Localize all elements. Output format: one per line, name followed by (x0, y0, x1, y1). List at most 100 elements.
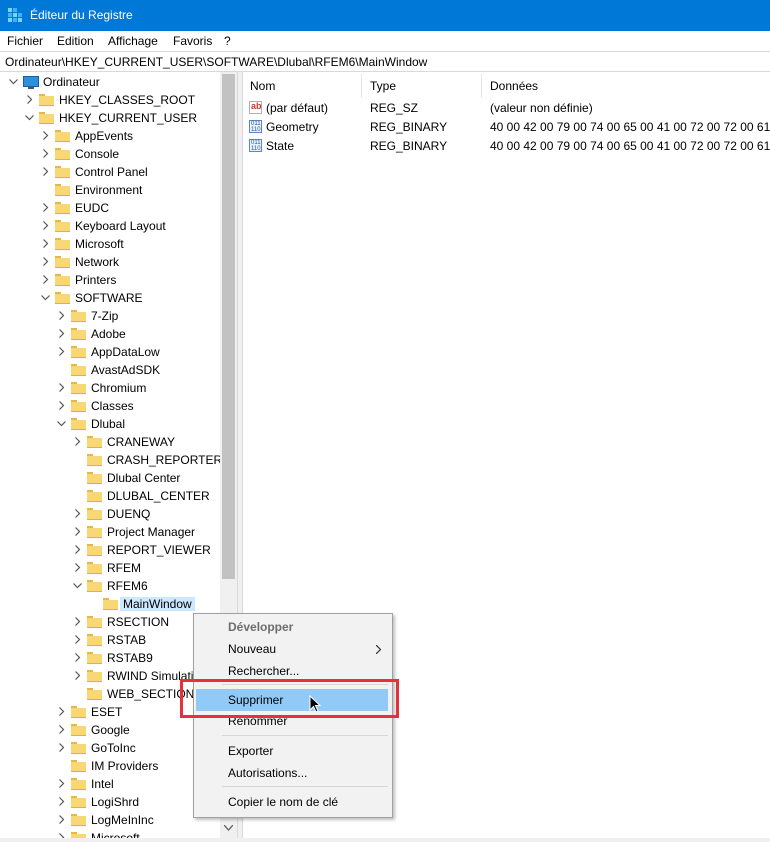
chevron-right-icon[interactable] (57, 347, 66, 356)
menu-affichage[interactable]: Affichage (108, 34, 158, 48)
scroll-down-icon[interactable] (224, 825, 233, 831)
chevron-right-icon[interactable] (57, 743, 66, 752)
chevron-right-icon[interactable] (41, 167, 50, 176)
chevron-right-icon[interactable] (57, 383, 66, 392)
tree-item[interactable]: 7-Zip (0, 307, 220, 325)
tree-item[interactable]: MainWindow (0, 595, 220, 613)
chevron-right-icon[interactable] (41, 257, 50, 266)
chevron-right-icon[interactable] (57, 329, 66, 338)
chevron-right-icon[interactable] (41, 275, 50, 284)
tree-item[interactable]: AppDataLow (0, 343, 220, 361)
tree-item-label: CRANEWAY (107, 435, 176, 449)
tree-item[interactable]: Google (0, 721, 220, 739)
tree-item[interactable]: Console (0, 145, 220, 163)
folder-icon (87, 616, 102, 628)
menu-item-exporter[interactable]: Exporter (228, 744, 273, 758)
tree-scrollbar-thumb[interactable] (222, 74, 235, 579)
chevron-right-icon[interactable] (73, 563, 82, 572)
chevron-right-icon[interactable] (25, 95, 34, 104)
tree-item[interactable]: LogMeInInc (0, 811, 220, 829)
chevron-right-icon[interactable] (73, 617, 82, 626)
chevron-right-icon[interactable] (41, 221, 50, 230)
chevron-down-icon[interactable] (9, 77, 18, 86)
tree-item[interactable]: RSTAB (0, 631, 220, 649)
chevron-right-icon[interactable] (41, 239, 50, 248)
tree-item[interactable]: Adobe (0, 325, 220, 343)
tree-item[interactable]: Dlubal Center (0, 469, 220, 487)
tree-item[interactable]: Microsoft (0, 235, 220, 253)
tree-item[interactable]: Control Panel (0, 163, 220, 181)
tree-item[interactable]: RFEM (0, 559, 220, 577)
tree-item[interactable]: LogiShrd (0, 793, 220, 811)
column-separator[interactable] (481, 74, 482, 98)
tree-item[interactable]: Printers (0, 271, 220, 289)
tree-item[interactable]: GoToInc (0, 739, 220, 757)
tree-item[interactable]: Classes (0, 397, 220, 415)
tree-item[interactable]: Keyboard Layout (0, 217, 220, 235)
tree-item[interactable]: HKEY_CLASSES_ROOT (0, 91, 220, 109)
tree-item[interactable]: Chromium (0, 379, 220, 397)
chevron-right-icon[interactable] (57, 779, 66, 788)
tree-item[interactable]: Network (0, 253, 220, 271)
tree-item[interactable]: Dlubal (0, 415, 220, 433)
chevron-right-icon[interactable] (73, 671, 82, 680)
value-row[interactable]: ab (par défaut) REG_SZ (valeur non défin… (243, 98, 770, 117)
menu-edition[interactable]: Edition (57, 34, 94, 48)
chevron-down-icon[interactable] (25, 113, 34, 122)
tree-item[interactable]: SOFTWARE (0, 289, 220, 307)
chevron-down-icon[interactable] (41, 293, 50, 302)
tree-item[interactable]: RSTAB9 (0, 649, 220, 667)
tree-item[interactable]: DUENQ (0, 505, 220, 523)
tree-item[interactable]: RSECTION (0, 613, 220, 631)
column-header-type[interactable]: Type (370, 79, 396, 93)
chevron-down-icon[interactable] (57, 419, 66, 428)
tree-item[interactable]: CRASH_REPORTER (0, 451, 222, 469)
chevron-right-icon[interactable] (57, 401, 66, 410)
menu-item-copier-nom-cle[interactable]: Copier le nom de clé (228, 795, 338, 809)
chevron-right-icon[interactable] (57, 707, 66, 716)
value-row[interactable]: 011 110 State REG_BINARY 40 00 42 00 79 0… (243, 136, 770, 155)
folder-icon (55, 184, 70, 196)
chevron-right-icon[interactable] (57, 311, 66, 320)
value-name: (par défaut) (266, 101, 329, 115)
chevron-right-icon[interactable] (41, 149, 50, 158)
chevron-right-icon[interactable] (73, 527, 82, 536)
chevron-right-icon[interactable] (73, 545, 82, 554)
tree-item[interactable]: HKEY_CURRENT_USER (0, 109, 220, 127)
chevron-right-icon[interactable] (41, 203, 50, 212)
chevron-down-icon[interactable] (73, 581, 82, 590)
menu-favoris[interactable]: Favoris (173, 34, 212, 48)
tree-item[interactable]: Environment (0, 181, 220, 199)
chevron-right-icon[interactable] (57, 815, 66, 824)
menu-item-developper[interactable]: Développer (228, 620, 293, 634)
menu-item-autorisations[interactable]: Autorisations... (228, 766, 307, 780)
tree-item[interactable]: Ordinateur (0, 73, 220, 91)
chevron-right-icon[interactable] (73, 437, 82, 446)
menu-fichier[interactable]: Fichier (7, 34, 43, 48)
tree-item[interactable]: CRANEWAY (0, 433, 220, 451)
tree-item[interactable]: AppEvents (0, 127, 220, 145)
tree-item[interactable]: EUDC (0, 199, 220, 217)
tree-item[interactable]: Intel (0, 775, 220, 793)
menu-item-nouveau[interactable]: Nouveau (228, 642, 276, 656)
column-header-name[interactable]: Nom (250, 79, 275, 93)
menu-item-rechercher[interactable]: Rechercher... (228, 664, 299, 678)
chevron-right-icon[interactable] (73, 653, 82, 662)
chevron-right-icon[interactable] (57, 725, 66, 734)
column-header-data[interactable]: Données (490, 79, 538, 93)
chevron-right-icon[interactable] (73, 635, 82, 644)
tree-item[interactable]: RFEM6 (0, 577, 220, 595)
chevron-right-icon[interactable] (41, 131, 50, 140)
column-separator[interactable] (361, 74, 362, 98)
tree-item[interactable]: DLUBAL_CENTER (0, 487, 220, 505)
tree-item[interactable]: Project Manager (0, 523, 220, 541)
tree-item[interactable]: IM Providers (0, 757, 220, 775)
value-row[interactable]: 011 110 Geometry REG_BINARY 40 00 42 00 7… (243, 117, 770, 136)
tree-item[interactable]: AvastAdSDK (0, 361, 220, 379)
chevron-right-icon[interactable] (73, 509, 82, 518)
tree-item[interactable]: REPORT_VIEWER (0, 541, 220, 559)
chevron-right-icon[interactable] (57, 797, 66, 806)
address-path[interactable]: Ordinateur\HKEY_CURRENT_USER\SOFTWARE\Dl… (5, 55, 427, 69)
menu-help[interactable]: ? (224, 34, 231, 48)
address-bar[interactable]: Ordinateur\HKEY_CURRENT_USER\SOFTWARE\Dl… (0, 51, 770, 72)
